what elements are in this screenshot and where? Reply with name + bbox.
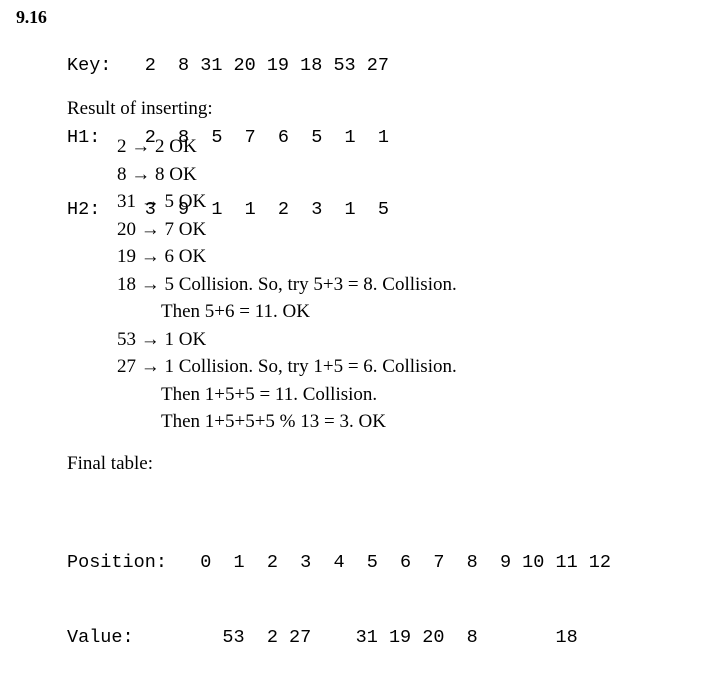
final-table-value-row: Value: 53 2 27 31 19 20 8 18 [67,627,611,648]
trace-line: 20 → 7 OK [117,218,207,240]
trace-line: 2 → 2 OK [117,136,197,157]
trace-line: 19 → 6 OK [117,246,207,267]
trace-line: 27 → 1 Collision. So, try 1+5 = 6. Colli… [117,356,457,377]
trace-line: 18 → 5 Collision. So, try 5+3 = 8. Colli… [117,273,457,295]
trace-line: 31 → 5 OK [117,191,207,212]
hash-header-row-key: Key: 2 8 31 20 19 18 53 27 [67,55,389,76]
trace-line: 8 → 8 OK [117,163,197,185]
trace-line: 53 → 1 OK [117,328,207,350]
trace-continuation-line: Then 1+5+5 = 11. Collision. [161,383,378,405]
trace-continuation-line: Then 1+5+5+5 % 13 = 3. OK [161,411,386,432]
result-of-inserting-label: Result of inserting: [67,98,213,119]
problem-number: 9.16 [16,7,47,27]
trace-continuation-line: Then 5+6 = 11. OK [161,301,310,322]
insertion-trace-list: 2 → 2 OK 8 → 8 OK 31 → 5 OK 20 → 7 OK 19 → 6… [117,136,457,439]
final-hash-table: Position: 0 1 2 3 4 5 6 7 8 9 10 11 12 V… [67,500,611,675]
final-table-label: Final table: [67,453,154,474]
